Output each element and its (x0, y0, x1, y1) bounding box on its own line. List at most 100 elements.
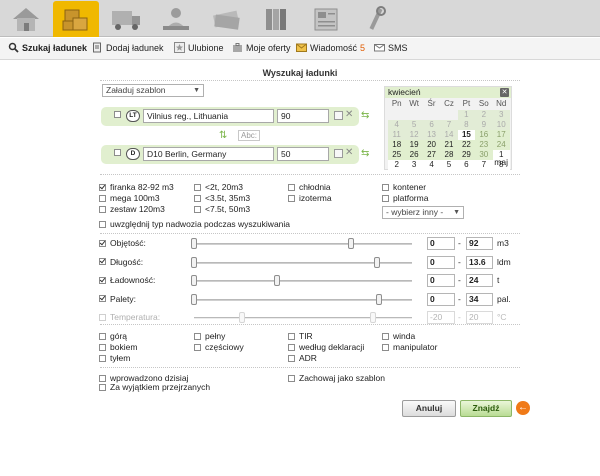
template-select[interactable]: Załaduj szablon ▼ (102, 84, 204, 97)
calendar-day[interactable]: 13 (422, 130, 441, 140)
calendar-day[interactable]: 18 (388, 140, 406, 150)
loading-checkbox[interactable] (288, 354, 295, 362)
destination-radius-input[interactable] (277, 147, 329, 161)
except-viewed-checkbox[interactable] (99, 383, 106, 391)
slider-handle[interactable] (374, 256, 381, 268)
vehicle-type-checkbox[interactable] (99, 183, 106, 191)
save-template-checkbox[interactable] (288, 374, 295, 382)
calendar-day[interactable]: 3 (492, 110, 510, 120)
calendar-day[interactable]: 20 (422, 140, 441, 150)
calendar-day[interactable]: 26 (405, 150, 423, 160)
loading-checkbox[interactable] (288, 343, 295, 351)
slider-handle[interactable] (191, 238, 197, 249)
calendar-day[interactable]: 30 (475, 150, 493, 160)
calendar-day[interactable]: 19 (405, 140, 423, 150)
search-button[interactable]: Znajdź (460, 400, 512, 417)
abc-field[interactable]: Abc: (238, 130, 261, 141)
loading-option[interactable]: częściowy (194, 342, 244, 352)
menu-messages[interactable]: Wiadomość 5 (296, 42, 365, 53)
tab-cargo[interactable] (53, 1, 99, 37)
slider-option[interactable]: Ładowność: (99, 275, 155, 285)
slider-handle[interactable] (347, 238, 354, 249)
next-month-link[interactable]: maj (494, 157, 508, 167)
link-icon[interactable]: ⇆ (361, 110, 369, 121)
loading-checkbox[interactable] (194, 332, 201, 340)
slider-option[interactable]: Długość: (99, 257, 143, 267)
vehicle-type-option[interactable]: zestaw 120m3 (99, 204, 165, 214)
loading-option[interactable]: manipulator (382, 342, 437, 352)
vehicle-type-option[interactable]: <3.5t, 35m3 (194, 193, 250, 203)
calendar-day[interactable]: 22 (457, 140, 476, 150)
calendar-day[interactable]: 24 (492, 140, 510, 150)
close-icon[interactable]: ✕ (500, 88, 509, 97)
swap-arrows-icon[interactable]: ⇅ (219, 130, 227, 141)
slider-max-input[interactable]: 34 (466, 292, 493, 306)
slider-handle[interactable] (191, 275, 197, 286)
calendar-day[interactable]: 12 (405, 130, 423, 140)
calendar-day[interactable]: 28 (440, 150, 458, 160)
vehicle-type-option[interactable]: platforma (382, 193, 428, 203)
menu-my-offers[interactable]: Moje oferty (232, 42, 291, 53)
origin-location-input[interactable] (143, 109, 274, 123)
calendar-day[interactable]: 6 (457, 160, 476, 170)
calendar-day[interactable]: 4 (388, 120, 406, 130)
slider-min-input[interactable]: 0 (427, 274, 455, 287)
loading-checkbox[interactable] (99, 354, 106, 362)
calendar-day[interactable]: 5 (405, 120, 423, 130)
slider-handle[interactable] (191, 256, 197, 268)
loading-option[interactable]: według deklaracji (288, 342, 364, 352)
link-icon[interactable]: ⇆ (361, 148, 369, 159)
except-viewed-option[interactable]: Za wyjątkiem przejrzanych (99, 382, 210, 392)
tab-tools[interactable] (353, 1, 399, 37)
calendar-day[interactable]: 3 (405, 160, 423, 170)
calendar-day[interactable]: 9 (475, 120, 493, 130)
calendar-day[interactable]: 27 (422, 150, 441, 160)
vehicle-type-checkbox[interactable] (288, 194, 295, 202)
loading-option[interactable]: górą (99, 331, 127, 341)
slider-max-input[interactable]: 24 (466, 274, 493, 287)
slider-max-input[interactable]: 92 (466, 237, 493, 250)
calendar-day[interactable]: 2 (388, 160, 406, 170)
slider-handle[interactable] (191, 293, 197, 305)
loading-option[interactable]: winda (382, 331, 415, 341)
calendar-day[interactable]: 29 (457, 150, 476, 160)
menu-sms[interactable]: SMS (374, 42, 408, 53)
loading-checkbox[interactable] (382, 332, 389, 340)
calendar-day[interactable]: 17 (492, 130, 510, 140)
vehicle-type-checkbox[interactable] (194, 183, 201, 191)
destination-checkbox[interactable] (114, 149, 121, 156)
calendar-day[interactable]: 23 (475, 140, 493, 150)
tab-news[interactable] (303, 1, 349, 37)
calendar-day[interactable]: 8 (457, 120, 476, 130)
calendar-day[interactable]: 6 (422, 120, 441, 130)
slider-track[interactable] (194, 280, 412, 282)
slider-handle[interactable] (273, 275, 280, 286)
slider-min-input[interactable]: 0 (427, 292, 455, 306)
vehicle-type-option[interactable]: <7.5t, 50m3 (194, 204, 250, 214)
vehicle-type-checkbox[interactable] (194, 205, 201, 213)
vehicle-type-option[interactable]: chłodnia (288, 182, 331, 192)
slider-track[interactable] (194, 243, 412, 245)
calendar-day[interactable]: 21 (440, 140, 458, 150)
calendar-day[interactable]: 2 (475, 110, 493, 120)
save-template-option[interactable]: Zachowaj jako szablon (288, 373, 385, 383)
calendar-day[interactable]: 7 (440, 120, 458, 130)
loading-option[interactable]: tyłem (99, 353, 130, 363)
vehicle-type-option[interactable]: firanka 82-92 m3 (99, 182, 174, 192)
slider-option[interactable]: Objętość: (99, 238, 146, 248)
vehicle-type-option[interactable]: mega 100m3 (99, 193, 160, 203)
tab-exchange[interactable] (153, 1, 199, 37)
calendar-day[interactable]: 7 (475, 160, 493, 170)
today-only-checkbox[interactable] (99, 374, 106, 382)
vehicle-type-checkbox[interactable] (382, 183, 389, 191)
tab-library[interactable] (253, 1, 299, 37)
slider-min-input[interactable]: 0 (427, 255, 455, 269)
loading-checkbox[interactable] (99, 332, 106, 340)
loading-checkbox[interactable] (382, 343, 389, 351)
slider-option[interactable]: Palety: (99, 294, 136, 304)
tab-home[interactable] (3, 1, 49, 37)
vehicle-type-checkbox[interactable] (99, 194, 106, 202)
loading-checkbox[interactable] (288, 332, 295, 340)
calendar-day[interactable]: 1 (457, 110, 476, 120)
calendar-day[interactable]: 4 (422, 160, 441, 170)
